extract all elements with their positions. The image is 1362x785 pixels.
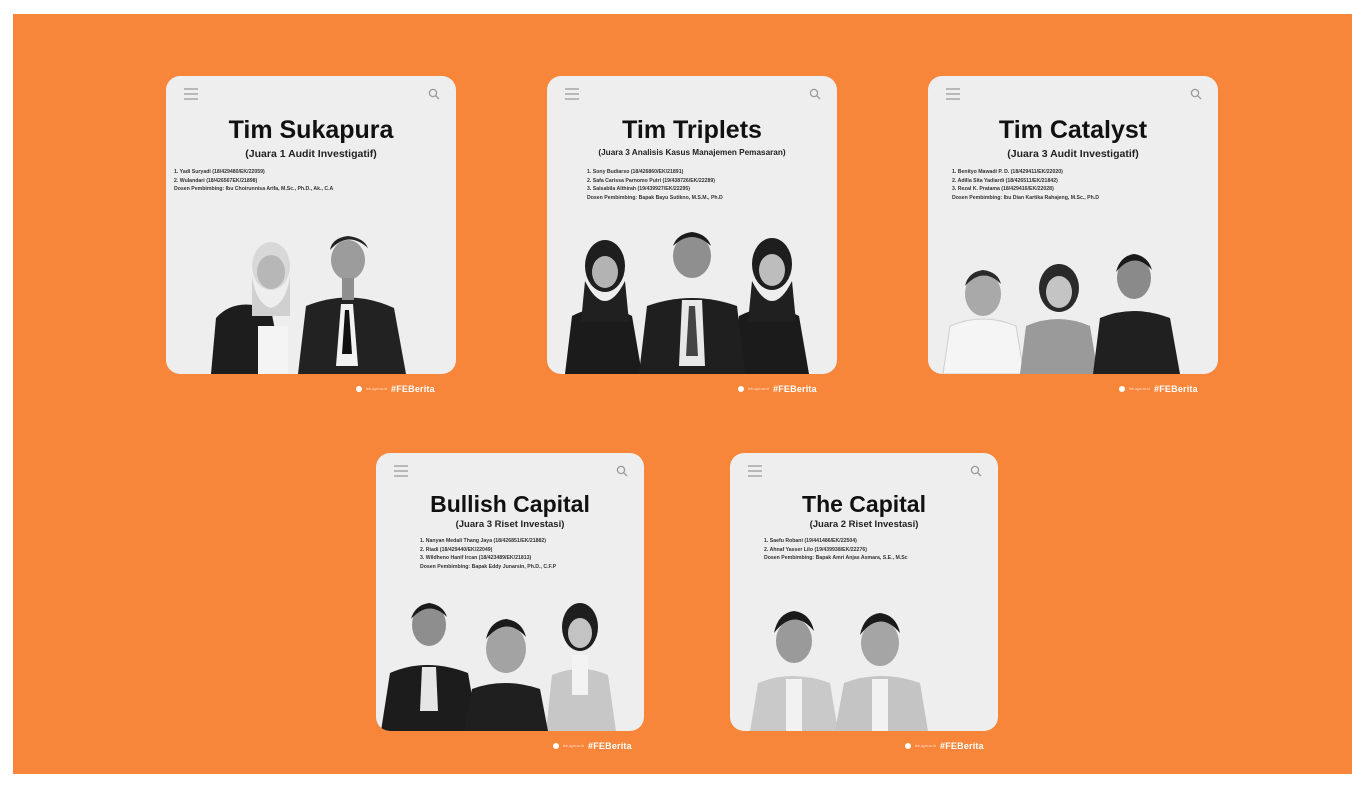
member-line: 1. Benityo Mawadi P. D. (18/429411/EK/22…	[952, 169, 1063, 175]
card-footer: feb.ugm.ac.id #FEBerita	[1119, 383, 1198, 395]
logo-icon	[356, 386, 362, 392]
team-title: The Capital	[802, 491, 926, 517]
card-footer: feb.ugm.ac.id #FEBerita	[553, 740, 632, 752]
card-footer: feb.ugm.ac.id #FEBerita	[738, 383, 817, 395]
footer-url: feb.ugm.ac.id	[563, 744, 585, 748]
team-card-catalyst: Tim Catalyst (Juara 3 Audit Investigatif…	[928, 76, 1218, 374]
advisor-line: Dosen Pembimbing: Bapak Bayu Sutikno, M.…	[587, 194, 723, 201]
advisor-line: Dosen Pembimbing: Bapak Eddy Junarsin, P…	[420, 563, 557, 570]
team-title: Bullish Capital	[430, 491, 590, 517]
team-subtitle: (Juara 3 Audit Investigatif)	[1007, 148, 1139, 160]
team-card-sukapura: Tim Sukapura (Juara 1 Audit Investigatif…	[166, 76, 456, 374]
member-line: 3. Wildheno Hanif Ircan (18/423489/EK/21…	[420, 555, 532, 561]
member-line: 2. Riadi (18/429440/EK/22049)	[420, 546, 493, 553]
card-footer: feb.ugm.ac.id #FEBerita	[905, 740, 984, 752]
footer-url: feb.ugm.ac.id	[915, 744, 937, 748]
hashtag: #FEBerita	[588, 741, 632, 751]
team-photo	[211, 236, 406, 374]
advisor-line: Dosen Pembimbing: Ibu Dian Kartika Rahaj…	[952, 194, 1100, 201]
member-line: 2. Ahnaf Yasser Lilo (19/439938/EK/22276…	[764, 546, 867, 553]
hamburger-menu-icon[interactable]	[565, 88, 579, 103]
team-title: Tim Catalyst	[998, 116, 1148, 144]
hashtag: #FEBerita	[773, 384, 817, 394]
team-card-triplets: Tim Triplets (Juara 3 Analisis Kasus Man…	[547, 76, 837, 374]
logo-icon	[738, 386, 744, 392]
advisor-line: Dosen Pembimbing: Bapak Amri Anjas Asmar…	[764, 555, 908, 561]
member-line: 2. Safa Carissa Parnomo Putri (19/438726…	[587, 177, 716, 184]
team-card-the-capital: The Capital (Juara 2 Riset Investasi) 1.…	[730, 453, 998, 731]
logo-icon	[553, 743, 559, 749]
hamburger-menu-icon[interactable]	[184, 88, 198, 103]
member-line: 3. Salsabila Althirah (19/439927/EK/2229…	[587, 186, 691, 192]
hamburger-menu-icon[interactable]	[394, 465, 408, 480]
team-photo	[942, 254, 1180, 374]
search-icon[interactable]	[428, 88, 440, 100]
search-icon[interactable]	[1190, 88, 1202, 100]
search-icon[interactable]	[809, 88, 821, 100]
team-photo	[750, 611, 928, 731]
hamburger-menu-icon[interactable]	[748, 465, 762, 480]
team-subtitle: (Juara 3 Analisis Kasus Manajemen Pemasa…	[598, 148, 786, 157]
hashtag: #FEBerita	[940, 741, 984, 751]
member-line: 2. Adilla Sita Yadiardi (18/426511/EK/21…	[952, 177, 1058, 184]
member-line: 1. Nanyan Medali Thang Jaya (18/426851/E…	[420, 538, 547, 544]
search-icon[interactable]	[970, 465, 982, 477]
member-list: 1. Saefu Robani (19/441486/EK/22504) 2. …	[764, 537, 990, 563]
member-line: 1. Sony Budiarso (18/426860/EK/21891)	[587, 169, 684, 175]
team-title: Tim Triplets	[622, 116, 762, 144]
hashtag: #FEBerita	[391, 384, 435, 394]
member-list: 1. Benityo Mawadi P. D. (18/429411/EK/22…	[952, 168, 1210, 202]
member-list: 1. Sony Budiarso (18/426860/EK/21891) 2.…	[587, 168, 829, 202]
card-footer: feb.ugm.ac.id #FEBerita	[356, 383, 435, 395]
team-subtitle: (Juara 2 Riset Investasi)	[809, 519, 919, 530]
team-title: Tim Sukapura	[228, 116, 394, 144]
hamburger-menu-icon[interactable]	[946, 88, 960, 103]
member-list: 1. Yadi Suryadi (18/429480/EK/22059) 2. …	[174, 168, 448, 194]
logo-icon	[905, 743, 911, 749]
team-subtitle: (Juara 1 Audit Investigatif)	[245, 148, 377, 160]
team-card-bullish-capital: Bullish Capital (Juara 3 Riset Investasi…	[376, 453, 644, 731]
member-list: 1. Nanyan Medali Thang Jaya (18/426851/E…	[420, 537, 636, 571]
logo-icon	[1119, 386, 1125, 392]
member-line: 1. Yadi Suryadi (18/429480/EK/22059)	[174, 169, 265, 175]
member-line: 2. Wulandari (18/426567EK/21898)	[174, 177, 258, 184]
hashtag: #FEBerita	[1154, 384, 1198, 394]
footer-url: feb.ugm.ac.id	[366, 387, 388, 391]
footer-url: feb.ugm.ac.id	[1129, 387, 1151, 391]
team-photo	[381, 603, 616, 731]
advisor-line: Dosen Pembimbing: Ibu Choirunnisa Arifa,…	[174, 186, 334, 192]
team-photo	[565, 232, 809, 374]
search-icon[interactable]	[616, 465, 628, 477]
member-line: 1. Saefu Robani (19/441486/EK/22504)	[764, 538, 857, 544]
team-subtitle: (Juara 3 Riset Investasi)	[455, 519, 565, 530]
member-line: 3. Rezal K. Pratama (18/429416/EK/22028)	[952, 186, 1054, 192]
footer-url: feb.ugm.ac.id	[748, 387, 770, 391]
